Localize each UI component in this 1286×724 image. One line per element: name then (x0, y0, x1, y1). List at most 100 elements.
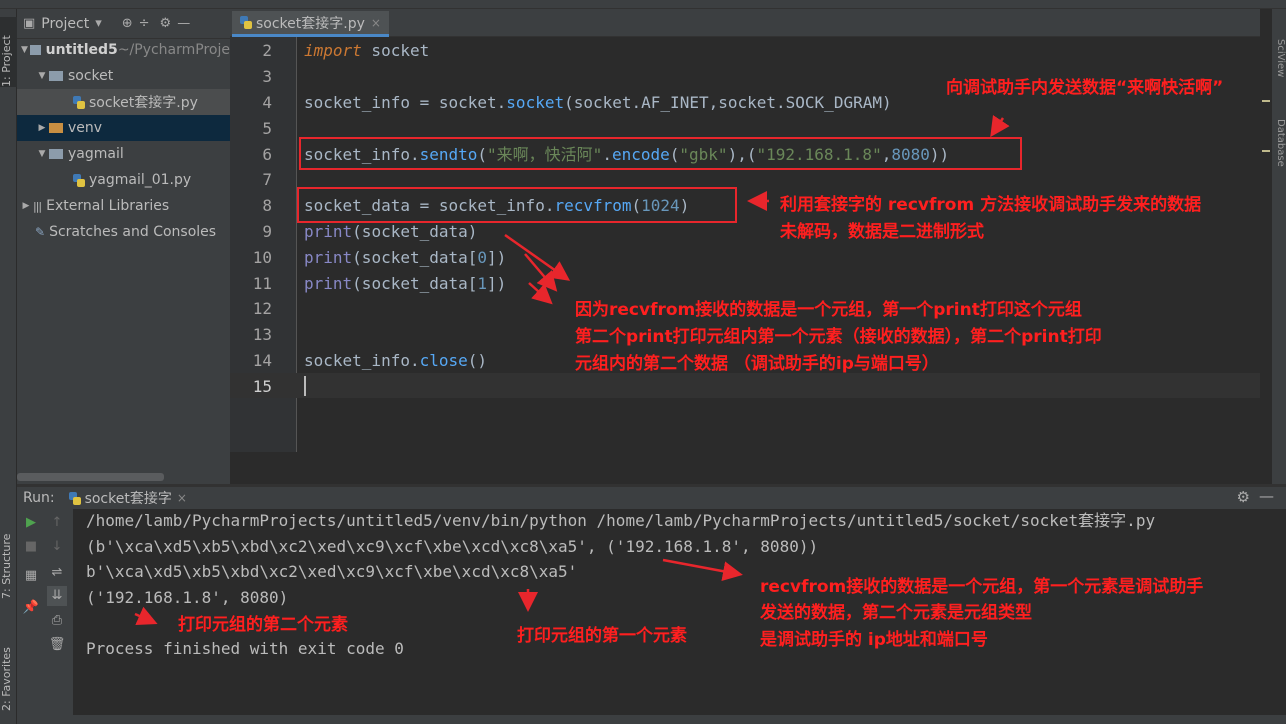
line-number: 7 (262, 170, 272, 189)
code-token: print (304, 222, 353, 241)
code-token: socket (506, 93, 565, 112)
code-line-14: socket_info.close() (304, 351, 487, 371)
tree-item-untitled5[interactable]: ▼ untitled5 ~/PycharmProje (17, 37, 230, 63)
run-tab[interactable]: socket套接字 (85, 488, 172, 508)
line-number-gutter: 2 3 4 5 6 7 8 9 10 11 12 13 14 15 (230, 37, 297, 452)
text-caret (304, 376, 306, 396)
code-token: import (304, 41, 362, 60)
expand-arrow-icon[interactable]: ▼ (19, 45, 30, 55)
layout-icon[interactable]: ▦ (21, 566, 41, 586)
project-tool-tab[interactable]: 1: Project (0, 17, 17, 87)
favorites-tool-tab[interactable]: 2: Favorites (0, 621, 17, 711)
horizontal-scrollbar[interactable] (17, 473, 164, 481)
code-token: ]) (487, 248, 507, 267)
project-header: ▣ Project ▾ ⊕ ÷ ⚙ — (17, 9, 230, 39)
code-line-2: import socket (304, 41, 429, 61)
tree-item-scratches[interactable]: ✎ Scratches and Consoles (17, 219, 230, 245)
tree-item-label: venv (68, 120, 103, 136)
line-number: 9 (262, 222, 272, 241)
close-icon[interactable]: × (371, 16, 381, 30)
tree-item-external-libraries[interactable]: ▶ ||| External Libraries (17, 193, 230, 219)
python-file-icon (73, 173, 85, 187)
run-console[interactable]: /home/lamb/PycharmProjects/untitled5/ven… (73, 509, 1286, 715)
code-token: socket_info. (304, 351, 420, 370)
error-stripe[interactable] (1260, 37, 1272, 452)
project-view-selector[interactable]: Project (41, 16, 89, 32)
print-icon[interactable]: ⎙ (47, 611, 67, 631)
console-line: b'\xca\xd5\xb5\xbd\xc2\xed\xc9\xcf\xbe\x… (86, 562, 578, 581)
tree-item-label: socket套接字.py (89, 95, 198, 111)
folder-icon (49, 149, 63, 159)
database-tool-tab[interactable]: Database (1272, 119, 1286, 179)
line-number: 12 (252, 299, 272, 318)
gear-icon[interactable]: ⚙ (160, 16, 172, 31)
run-toolbar: ▶ ↑ ■ ↓ ▦ ⇌ ⇊ 📌 ⎙ 🗑 (17, 509, 73, 715)
tree-item-label: yagmail (68, 146, 124, 162)
pin-icon[interactable]: 📌 (21, 598, 41, 618)
run-label: Run: (23, 490, 55, 506)
code-token: ]) (487, 274, 507, 293)
tree-item-venv[interactable]: ▶ venv (17, 115, 230, 141)
tree-item-label: External Libraries (46, 198, 170, 214)
soft-wrap-icon[interactable]: ⇌ (47, 563, 67, 583)
code-token: close (419, 351, 468, 370)
tree-item-socket[interactable]: ▼ socket (17, 63, 230, 89)
annotation-tuple-3: 是调试助手的 ip地址和端口号 (760, 630, 988, 650)
line-number: 10 (252, 248, 272, 267)
tree-item-label: yagmail_01.py (89, 172, 192, 188)
tree-item-yagmail[interactable]: ▼ yagmail (17, 141, 230, 167)
locate-icon[interactable]: ⊕ (122, 16, 133, 31)
scroll-to-end-icon[interactable]: ⇊ (47, 586, 67, 606)
tree-item-yagmail-py[interactable]: yagmail_01.py (17, 167, 230, 193)
annotation-first-element: 打印元组的第一个元素 (517, 626, 687, 646)
annotation-second-element: 打印元组的第二个元素 (178, 615, 348, 635)
close-icon[interactable]: × (177, 491, 187, 505)
line-number: 13 (252, 325, 272, 344)
annotation-print-3: 元组内的第二个数据 （调试助手的ip与端口号） (575, 354, 939, 374)
editor-tab-socket-py[interactable]: socket套接字.py × (232, 11, 389, 37)
dropdown-arrow-icon[interactable]: ▾ (95, 16, 102, 31)
code-token: socket (361, 41, 430, 60)
scroll-down-icon[interactable]: ↓ (47, 537, 67, 557)
collapse-arrow-icon[interactable]: ▶ (35, 123, 49, 133)
current-line-highlight (297, 373, 1260, 398)
annotation-recvfrom-2: 未解码，数据是二进制形式 (780, 222, 984, 242)
rerun-icon[interactable]: ▶ (21, 513, 41, 533)
scroll-up-icon[interactable]: ↑ (47, 513, 67, 533)
tree-item-socket-py[interactable]: socket套接字.py (17, 89, 230, 115)
warning-marker[interactable] (1262, 150, 1270, 152)
expand-arrow-icon[interactable]: ▼ (35, 71, 49, 81)
warning-marker[interactable] (1262, 100, 1270, 102)
stop-icon[interactable]: ■ (21, 537, 41, 557)
line-number: 11 (252, 274, 272, 293)
title-strip (0, 0, 1286, 9)
annotation-recvfrom: 利用套接字的 recvfrom 方法接收调试助手发来的数据 (780, 195, 1202, 215)
editor-tab-label: socket套接字.py (256, 15, 365, 32)
folder-icon (29, 45, 41, 55)
expand-arrow-icon[interactable]: ▼ (35, 149, 49, 159)
collapse-arrow-icon[interactable]: ▶ (19, 201, 33, 211)
code-token: (socket.AF_INET,socket.SOCK_DGRAM) (564, 93, 892, 112)
left-tool-stripe: 1: Project 7: Structure 2: Favorites (0, 9, 17, 724)
tree-item-path: ~/PycharmProje (117, 42, 230, 58)
python-file-icon (68, 491, 81, 505)
editor-empty-area (230, 452, 1260, 484)
code-token: socket_info = socket. (304, 93, 507, 112)
collapse-all-icon[interactable]: ÷ (139, 16, 150, 31)
line-number: 3 (262, 67, 272, 86)
hide-icon[interactable]: — (177, 16, 190, 31)
code-token: print (304, 274, 353, 293)
code-token: (socket_data) (352, 222, 478, 241)
sciview-tool-tab[interactable]: SciView (1272, 39, 1286, 89)
trash-icon[interactable]: 🗑 (47, 635, 67, 655)
structure-tool-tab[interactable]: 7: Structure (0, 509, 17, 599)
gear-icon[interactable]: ⚙ (1237, 488, 1250, 506)
code-line-11: print(socket_data[1]) (304, 274, 506, 294)
annotation-print-2: 第二个print打印元组内第一个元素（接收的数据），第二个print打印 (575, 327, 1102, 347)
console-line: (b'\xca\xd5\xb5\xbd\xc2\xed\xc9\xcf\xbe\… (86, 537, 819, 556)
highlight-box-sendto (299, 137, 1022, 170)
editor-tab-bar: socket套接字.py × (230, 9, 1260, 37)
status-bar (17, 715, 1286, 724)
hide-icon[interactable]: — (1259, 487, 1274, 505)
annotation-tuple-2: 发送的数据，第二个元素是元组类型 (760, 603, 1032, 623)
